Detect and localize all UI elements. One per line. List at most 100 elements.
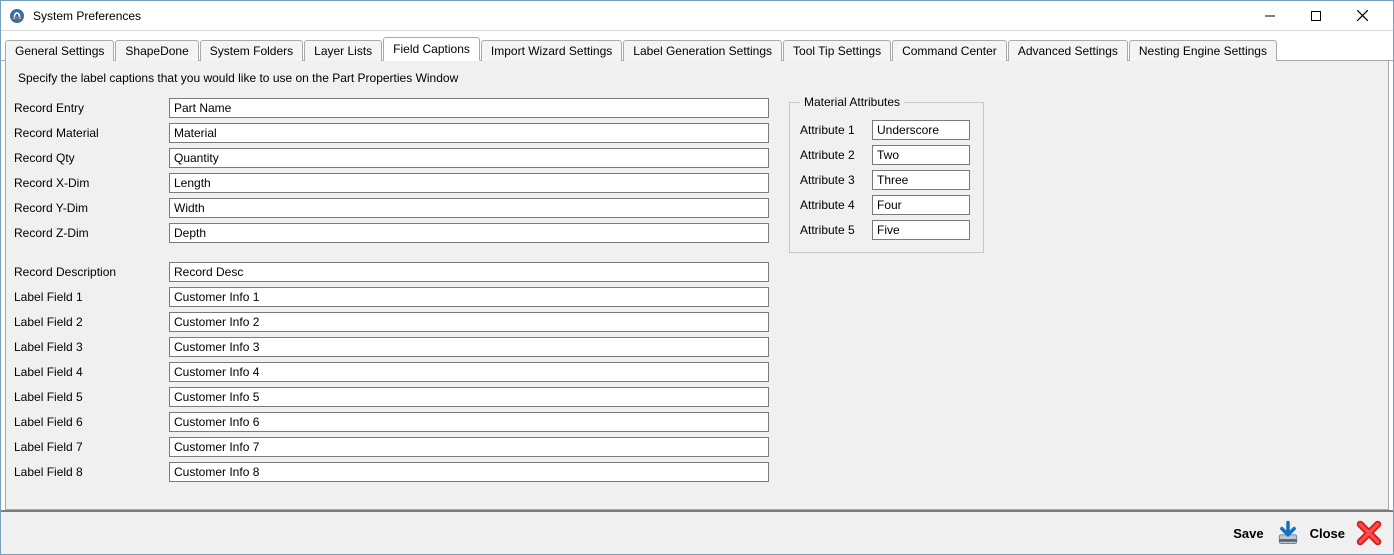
tab-label-generation-settings[interactable]: Label Generation Settings bbox=[623, 40, 782, 61]
label-field-1-input[interactable] bbox=[169, 287, 769, 307]
titlebar: System Preferences bbox=[1, 1, 1393, 31]
attribute-3-input[interactable] bbox=[872, 170, 970, 190]
record-description-input[interactable] bbox=[169, 262, 769, 282]
attribute-1-input[interactable] bbox=[872, 120, 970, 140]
tab-panel-field-captions: Specify the label captions that you woul… bbox=[5, 61, 1389, 510]
tab-label: Import Wizard Settings bbox=[491, 44, 612, 58]
window-title: System Preferences bbox=[33, 9, 141, 23]
save-button[interactable]: Save bbox=[1233, 526, 1263, 541]
field-label: Record Material bbox=[14, 126, 169, 140]
tab-label: Layer Lists bbox=[314, 44, 372, 58]
attr-label: Attribute 4 bbox=[800, 198, 872, 212]
record-y-dim-input[interactable] bbox=[169, 198, 769, 218]
label-field-7-input[interactable] bbox=[169, 437, 769, 457]
tab-label: Advanced Settings bbox=[1018, 44, 1118, 58]
tab-label: Command Center bbox=[902, 44, 997, 58]
attr-label: Attribute 5 bbox=[800, 223, 872, 237]
tab-label: Field Captions bbox=[393, 42, 470, 56]
attr-label: Attribute 3 bbox=[800, 173, 872, 187]
record-material-input[interactable] bbox=[169, 123, 769, 143]
field-label: Record Description bbox=[14, 265, 169, 279]
field-label: Record Z-Dim bbox=[14, 226, 169, 240]
field-row-record-entry: Record Entry bbox=[14, 95, 769, 120]
field-row-record-x-dim: Record X-Dim bbox=[14, 170, 769, 195]
record-entry-input[interactable] bbox=[169, 98, 769, 118]
window-close-button[interactable] bbox=[1339, 1, 1385, 31]
attr-label: Attribute 1 bbox=[800, 123, 872, 137]
field-row-record-y-dim: Record Y-Dim bbox=[14, 195, 769, 220]
attr-label: Attribute 2 bbox=[800, 148, 872, 162]
record-z-dim-input[interactable] bbox=[169, 223, 769, 243]
tab-label: Nesting Engine Settings bbox=[1139, 44, 1267, 58]
tabstrip: General Settings ShapeDone System Folder… bbox=[1, 37, 1393, 61]
footer-bar: Save Close bbox=[1, 510, 1393, 554]
field-label: Record X-Dim bbox=[14, 176, 169, 190]
close-icon[interactable] bbox=[1353, 517, 1385, 549]
label-field-8-input[interactable] bbox=[169, 462, 769, 482]
attr-row-1: Attribute 1 bbox=[800, 117, 973, 142]
field-label: Record Entry bbox=[14, 101, 169, 115]
material-attributes-group: Material Attributes Attribute 1 Attribut… bbox=[789, 95, 984, 253]
tab-label: General Settings bbox=[15, 44, 104, 58]
field-row-label-field-6: Label Field 6 bbox=[14, 409, 769, 434]
tab-layer-lists[interactable]: Layer Lists bbox=[304, 40, 382, 61]
attr-row-2: Attribute 2 bbox=[800, 142, 973, 167]
label-field-4-input[interactable] bbox=[169, 362, 769, 382]
close-button[interactable]: Close bbox=[1310, 526, 1345, 541]
record-qty-input[interactable] bbox=[169, 148, 769, 168]
field-captions-form: Record Entry Record Material Record Qty … bbox=[14, 95, 769, 484]
window-controls bbox=[1247, 1, 1385, 31]
label-field-3-input[interactable] bbox=[169, 337, 769, 357]
field-row-record-z-dim: Record Z-Dim bbox=[14, 220, 769, 245]
tab-import-wizard-settings[interactable]: Import Wizard Settings bbox=[481, 40, 622, 61]
panel-description: Specify the label captions that you woul… bbox=[18, 71, 1376, 85]
attr-row-3: Attribute 3 bbox=[800, 167, 973, 192]
field-row-label-field-5: Label Field 5 bbox=[14, 384, 769, 409]
field-label: Record Qty bbox=[14, 151, 169, 165]
field-label: Label Field 5 bbox=[14, 390, 169, 404]
tab-label: ShapeDone bbox=[125, 44, 188, 58]
tab-label: Tool Tip Settings bbox=[793, 44, 881, 58]
field-row-label-field-4: Label Field 4 bbox=[14, 359, 769, 384]
tab-tool-tip-settings[interactable]: Tool Tip Settings bbox=[783, 40, 891, 61]
field-label: Label Field 8 bbox=[14, 465, 169, 479]
tab-nesting-engine-settings[interactable]: Nesting Engine Settings bbox=[1129, 40, 1277, 61]
field-row-record-description: Record Description bbox=[14, 259, 769, 284]
attr-row-4: Attribute 4 bbox=[800, 192, 973, 217]
label-field-5-input[interactable] bbox=[169, 387, 769, 407]
field-row-record-qty: Record Qty bbox=[14, 145, 769, 170]
window-maximize-button[interactable] bbox=[1293, 1, 1339, 31]
label-field-2-input[interactable] bbox=[169, 312, 769, 332]
attr-row-5: Attribute 5 bbox=[800, 217, 973, 242]
field-row-label-field-7: Label Field 7 bbox=[14, 434, 769, 459]
record-x-dim-input[interactable] bbox=[169, 173, 769, 193]
field-label: Label Field 7 bbox=[14, 440, 169, 454]
label-field-6-input[interactable] bbox=[169, 412, 769, 432]
tab-label: System Folders bbox=[210, 44, 293, 58]
field-label: Label Field 6 bbox=[14, 415, 169, 429]
field-label: Label Field 4 bbox=[14, 365, 169, 379]
field-row-label-field-1: Label Field 1 bbox=[14, 284, 769, 309]
tab-general-settings[interactable]: General Settings bbox=[5, 40, 114, 61]
attribute-2-input[interactable] bbox=[872, 145, 970, 165]
tab-label: Label Generation Settings bbox=[633, 44, 772, 58]
field-label: Label Field 3 bbox=[14, 340, 169, 354]
tab-command-center[interactable]: Command Center bbox=[892, 40, 1007, 61]
material-attributes-legend: Material Attributes bbox=[800, 95, 904, 109]
field-row-label-field-3: Label Field 3 bbox=[14, 334, 769, 359]
tab-system-folders[interactable]: System Folders bbox=[200, 40, 303, 61]
tab-shapedone[interactable]: ShapeDone bbox=[115, 40, 198, 61]
window-minimize-button[interactable] bbox=[1247, 1, 1293, 31]
attribute-5-input[interactable] bbox=[872, 220, 970, 240]
tab-field-captions[interactable]: Field Captions bbox=[383, 37, 480, 61]
field-row-record-material: Record Material bbox=[14, 120, 769, 145]
app-icon bbox=[9, 8, 25, 24]
field-label: Label Field 2 bbox=[14, 315, 169, 329]
field-row-label-field-8: Label Field 8 bbox=[14, 459, 769, 484]
save-icon[interactable] bbox=[1272, 517, 1304, 549]
attribute-4-input[interactable] bbox=[872, 195, 970, 215]
field-label: Record Y-Dim bbox=[14, 201, 169, 215]
field-row-label-field-2: Label Field 2 bbox=[14, 309, 769, 334]
tab-advanced-settings[interactable]: Advanced Settings bbox=[1008, 40, 1128, 61]
field-label: Label Field 1 bbox=[14, 290, 169, 304]
